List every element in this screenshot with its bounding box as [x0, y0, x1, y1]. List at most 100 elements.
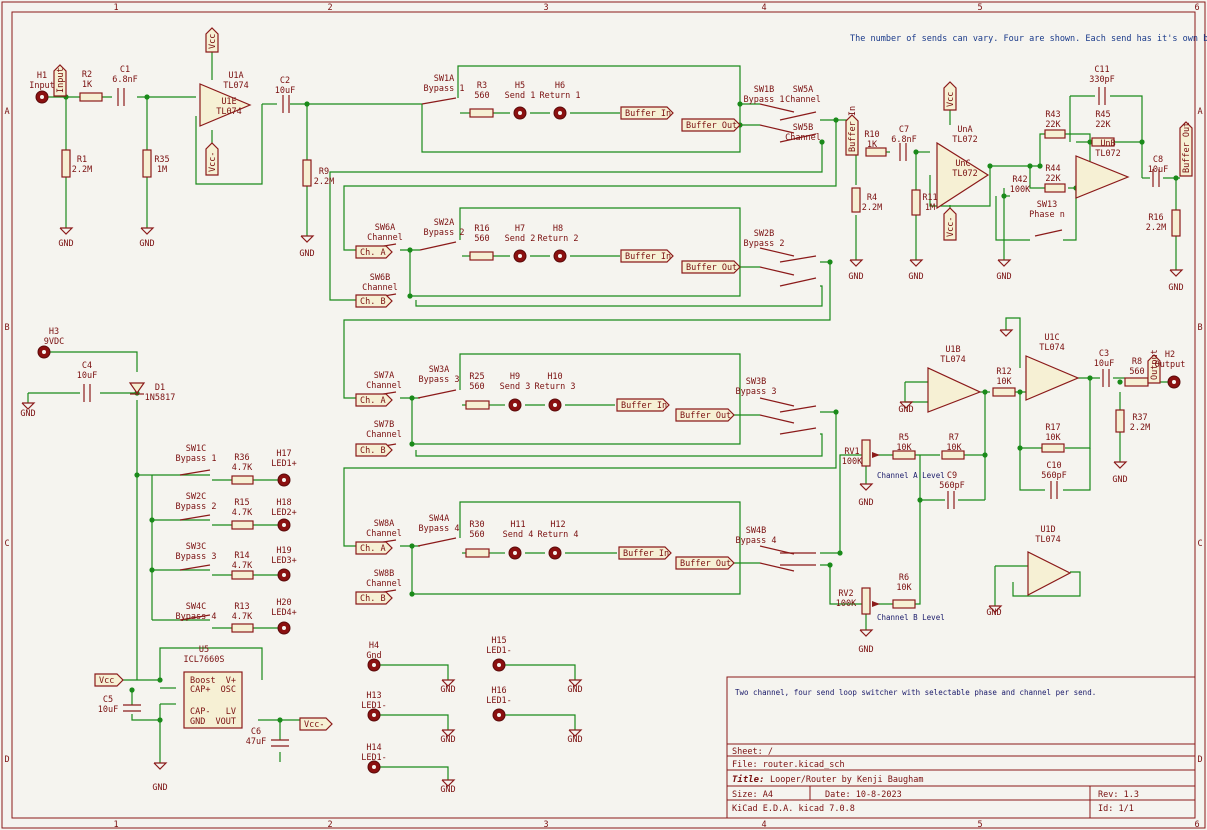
ref-r10: R10 [864, 130, 879, 140]
value-h16: LED1- [486, 696, 512, 706]
ref-r2: R2 [82, 70, 92, 80]
ch-a-tag-text: Ch. A [360, 396, 386, 406]
ref-r44: R44 [1045, 164, 1060, 174]
channel-a-level-label: Channel A Level [877, 471, 945, 480]
gnd-label: GND [440, 735, 455, 745]
value-h20: LED4+ [271, 608, 297, 618]
send-1-jack-icon [513, 106, 527, 120]
junction-dot [1037, 163, 1043, 169]
junction-dot [737, 101, 743, 107]
ref-sw4c: SW4C [186, 602, 206, 612]
value-h6: Return 1 [540, 91, 581, 101]
value-sw2a: Bypass 2 [424, 228, 465, 238]
ref-r5: R5 [899, 433, 909, 443]
ch-b-tag-text: Ch. B [360, 297, 386, 307]
ground-icon [859, 629, 874, 637]
value-r6: 10K [896, 583, 912, 593]
value-r45: 22K [1095, 120, 1111, 130]
u5-pin-capp: CAP+ [190, 685, 210, 695]
row-label-A: A [4, 107, 9, 117]
junction-dot [134, 472, 140, 478]
ref-sw2a: SW2A [434, 218, 454, 228]
ref-c2: C2 [280, 76, 290, 86]
connectors [35, 90, 1181, 774]
ref-sw8a: SW8A [374, 519, 394, 529]
ref-h16: H16 [491, 686, 506, 696]
value-h19: LED3+ [271, 556, 297, 566]
ch-a-tag: Ch. A [355, 541, 393, 555]
value-r9: 2.2M [314, 177, 334, 187]
ref-unc: UnC [955, 159, 970, 169]
value-c11: 330pF [1089, 75, 1115, 85]
ref-r13: R13 [234, 602, 249, 612]
ref-c1: C1 [120, 65, 130, 75]
vcc-neg-tag: Vcc- [205, 142, 219, 176]
buffer-out-tag-text: Buffer Out [686, 263, 737, 273]
ref-sw5b: SW5B [793, 123, 813, 133]
col-label-6: 6 [1194, 3, 1199, 13]
ref-sw8b: SW8B [374, 569, 394, 579]
value-r16b: 2.2M [1146, 223, 1166, 233]
ref-h3: H3 [49, 327, 59, 337]
ref-h6: H6 [555, 81, 565, 91]
led1-minus-pad-icon [492, 658, 506, 672]
ref-u1c: U1C [1044, 333, 1059, 343]
ref-r16b: R16 [1148, 213, 1163, 223]
value-r17: 10K [1045, 433, 1061, 443]
value-r1: 2.2M [72, 165, 92, 175]
buffer-in-tag: Buffer In [620, 249, 674, 263]
value-h14: LED1- [361, 753, 387, 763]
junction-dot [913, 149, 919, 155]
value-h7: Send 2 [505, 234, 536, 244]
gnd-label: GND [848, 272, 863, 282]
ground-icon [140, 227, 155, 235]
ref-rv1: RV1 [844, 447, 859, 457]
value-h1: Input [29, 81, 55, 91]
ref-rv2: RV2 [838, 589, 853, 599]
value-r13: 4.7K [232, 612, 253, 622]
value-r7: 10K [946, 443, 962, 453]
u5-pin-capm: CAP- [190, 707, 210, 717]
value-c7: 6.8nF [891, 135, 917, 145]
junction-dot [1087, 375, 1093, 381]
vcc-neg-tag-text: Vcc- [208, 152, 218, 172]
junction-dot [1117, 379, 1123, 385]
junction-dot [407, 247, 413, 253]
ref-r42: R42 [1012, 175, 1027, 185]
gnd-label: GND [152, 783, 167, 793]
junction-dot [827, 259, 833, 265]
ref-sw3a: SW3A [429, 365, 449, 375]
ch-b-tag-text: Ch. B [360, 446, 386, 456]
value-sw4c: Bypass 4 [176, 612, 217, 622]
led1-minus-pad-icon [492, 708, 506, 722]
ref-h14: H14 [366, 743, 381, 753]
gnd-label: GND [20, 409, 35, 419]
junction-dot [1017, 389, 1023, 395]
junction-dot [304, 101, 310, 107]
ref-c10: C10 [1046, 461, 1061, 471]
junction-dot [1017, 445, 1023, 451]
send-4-jack-icon [508, 546, 522, 560]
value-r16a: 560 [474, 234, 489, 244]
send-3-jack-icon [508, 398, 522, 412]
col-label-bottom-1: 1 [113, 820, 118, 830]
value-sw2b: Bypass 2 [744, 239, 785, 249]
junction-dot [827, 562, 833, 568]
buffer-in-tag-text: Buffer In [625, 109, 671, 119]
junction-dot [1139, 139, 1145, 145]
ref-r6: R6 [899, 573, 909, 583]
gnd-label: GND [58, 239, 73, 249]
vcc-neg-tag: Vcc- [299, 717, 333, 731]
ref-sw1a: SW1A [434, 74, 454, 84]
gnd-label: GND [440, 685, 455, 695]
value-u5: ICL7660S [184, 655, 225, 665]
title-tool: KiCad E.D.A. kicad 7.0.8 [732, 804, 855, 814]
u5-pin-vout: VOUT [216, 717, 236, 727]
ref-h18: H18 [276, 498, 291, 508]
junction-dot [1027, 163, 1033, 169]
junction-dot [277, 717, 283, 723]
component-labels: GND GND GND GND GND GND GND GND GND GND GND GND GND G… [20, 65, 1185, 795]
junction-dot [409, 591, 415, 597]
ref-sw5a: SW5A [793, 85, 813, 95]
value-h8: Return 2 [538, 234, 579, 244]
